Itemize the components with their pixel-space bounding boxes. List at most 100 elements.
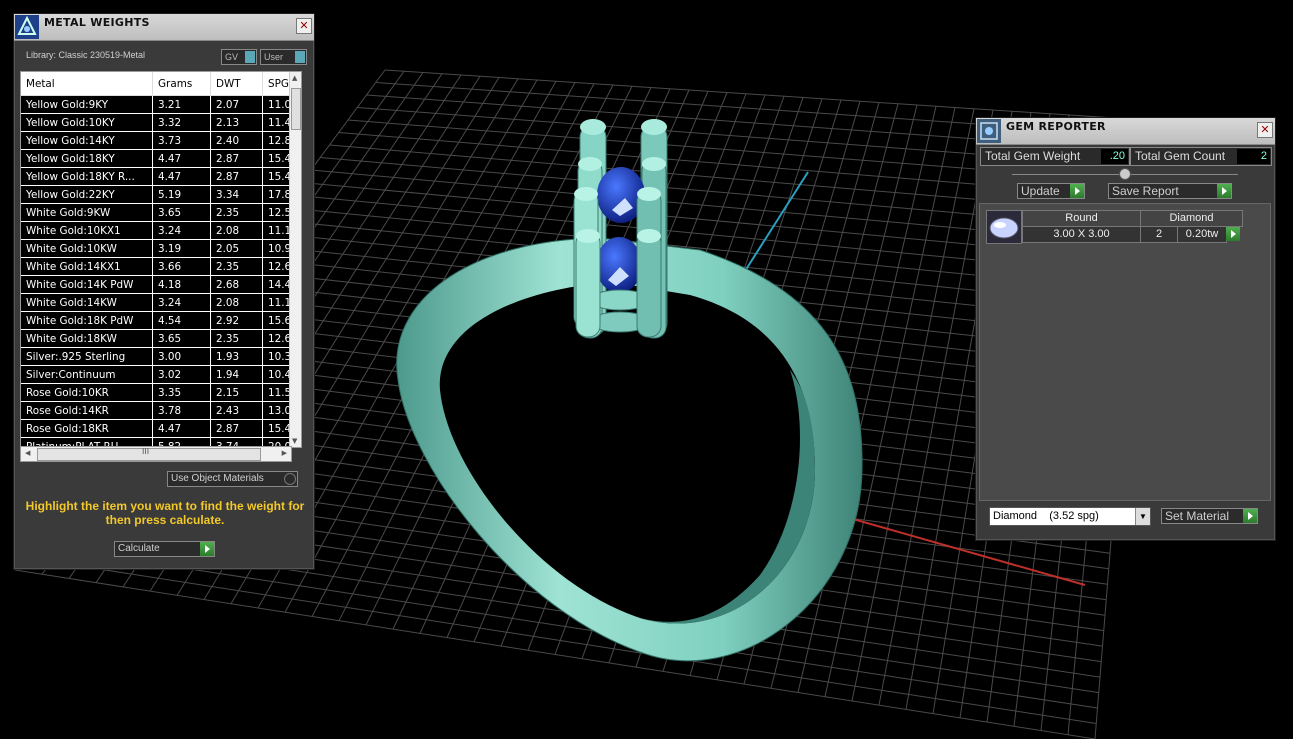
- prong-top: [637, 229, 661, 243]
- play-arrow-icon: [1070, 184, 1084, 198]
- total-gem-count-field: Total Gem Count 2: [1130, 147, 1272, 166]
- play-arrow-icon: [200, 542, 214, 556]
- gem-thumbnail[interactable]: [986, 210, 1022, 244]
- dwt-cell: 2.05: [210, 239, 263, 258]
- scroll-right-icon[interactable]: ▶: [282, 449, 287, 457]
- table-row[interactable]: Yellow Gold:22KY 5.19 3.34 17.89: [21, 185, 300, 204]
- dwt-cell: 2.87: [210, 149, 263, 168]
- metal-cell: Rose Gold:10KR: [21, 383, 153, 402]
- table-row[interactable]: White Gold:10KX1 3.24 2.08 11.18: [21, 221, 300, 240]
- dwt-cell: 2.43: [210, 401, 263, 420]
- table-row[interactable]: White Gold:14KX1 3.66 2.35 12.61: [21, 257, 300, 276]
- prong-top: [637, 187, 661, 201]
- metal-cell: Yellow Gold:18KY: [21, 149, 153, 168]
- column-header-metal[interactable]: Metal: [21, 72, 153, 96]
- use-object-materials-toggle[interactable]: Use Object Materials: [167, 471, 298, 487]
- set-material-button[interactable]: Set Material: [1161, 508, 1258, 524]
- gem-shape-cell: Round: [1022, 210, 1141, 227]
- metal-cell: Rose Gold:14KR: [21, 401, 153, 420]
- round-gem-icon: [989, 217, 1019, 239]
- table-row[interactable]: White Gold:9KW 3.65 2.35 12.59: [21, 203, 300, 222]
- save-report-button[interactable]: Save Report: [1108, 183, 1232, 199]
- total-gem-count-value[interactable]: 2: [1237, 149, 1270, 164]
- metal-table: Metal Grams DWT SPG Yellow Gold:9KY 3.21 2…: [20, 71, 302, 448]
- dwt-cell: 3.34: [210, 185, 263, 204]
- table-header-row: Metal Grams DWT SPG: [21, 72, 300, 96]
- table-row[interactable]: Yellow Gold:10KY 3.32 2.13 11.45: [21, 113, 300, 132]
- table-row[interactable]: Yellow Gold:9KY 3.21 2.07 11.08: [21, 95, 300, 114]
- metal-cell: Rose Gold:18KR: [21, 419, 153, 438]
- scroll-down-icon[interactable]: ▼: [292, 437, 297, 445]
- dwt-cell: 2.08: [210, 293, 263, 312]
- table-row[interactable]: White Gold:18KW 3.65 2.35 12.60: [21, 329, 300, 348]
- vertical-scrollbar[interactable]: ▲ ▼: [289, 72, 301, 447]
- total-gem-weight-label: Total Gem Weight: [985, 149, 1081, 163]
- table-row[interactable]: Rose Gold:18KR 4.47 2.87 15.41: [21, 419, 300, 438]
- save-report-label: Save Report: [1112, 184, 1179, 198]
- panel-title: METAL WEIGHTS: [44, 16, 150, 29]
- metal-cell: White Gold:9KW: [21, 203, 153, 222]
- user-toggle[interactable]: User: [260, 49, 307, 65]
- gem-row-expand-icon[interactable]: [1226, 227, 1240, 241]
- play-arrow-icon: [1217, 184, 1231, 198]
- total-gem-weight-value[interactable]: .20: [1101, 149, 1128, 164]
- dwt-cell: 2.92: [210, 311, 263, 330]
- scroll-left-icon[interactable]: ◀: [25, 449, 30, 457]
- gem-size-cell: 3.00 X 3.00: [1022, 226, 1141, 243]
- slider-handle[interactable]: [1119, 168, 1131, 180]
- table-row[interactable]: White Gold:14KW 3.24 2.08 11.18: [21, 293, 300, 312]
- library-label: Library: Classic 230519-Metal: [26, 50, 146, 60]
- prong-top: [574, 187, 598, 201]
- calculate-button[interactable]: Calculate: [114, 541, 215, 557]
- table-row[interactable]: White Gold:14K PdW 4.18 2.68 14.40: [21, 275, 300, 294]
- prong: [636, 231, 662, 338]
- instruction-text: Highlight the item you want to find the …: [25, 499, 305, 527]
- grams-cell: 4.47: [152, 167, 211, 186]
- metal-cell: Yellow Gold:10KY: [21, 113, 153, 132]
- gem-reporter-titlebar[interactable]: GEM REPORTER ✕: [976, 118, 1275, 145]
- grams-cell: 3.65: [152, 203, 211, 222]
- use-object-materials-label: Use Object Materials: [171, 473, 264, 484]
- total-gem-count-label: Total Gem Count: [1135, 149, 1226, 163]
- chevron-down-icon: ▼: [1135, 508, 1150, 525]
- table-row[interactable]: Yellow Gold:14KY 3.73 2.40 12.88: [21, 131, 300, 150]
- set-material-label: Set Material: [1165, 509, 1230, 523]
- dwt-cell: 2.35: [210, 203, 263, 222]
- dwt-cell: 1.93: [210, 347, 263, 366]
- metal-cell: Silver:.925 Sterling: [21, 347, 153, 366]
- table-row[interactable]: White Gold:10KW 3.19 2.05 10.99: [21, 239, 300, 258]
- grams-cell: 3.32: [152, 113, 211, 132]
- user-label: User: [264, 52, 284, 62]
- table-row[interactable]: Yellow Gold:18KY 4.47 2.87 15.41: [21, 149, 300, 168]
- metal-weights-panel: METAL WEIGHTS ✕ Library: Classic 230519-…: [13, 13, 315, 570]
- grams-cell: 3.65: [152, 329, 211, 348]
- table-row[interactable]: White Gold:18K PdW 4.54 2.92 15.63: [21, 311, 300, 330]
- grams-cell: 3.73: [152, 131, 211, 150]
- material-select[interactable]: Diamond (3.52 spg) ▼: [989, 507, 1151, 526]
- metal-cell: White Gold:18K PdW: [21, 311, 153, 330]
- scroll-up-icon[interactable]: ▲: [292, 74, 297, 82]
- dwt-cell: 2.87: [210, 167, 263, 186]
- close-icon[interactable]: ✕: [1257, 122, 1273, 138]
- update-button[interactable]: Update: [1017, 183, 1085, 199]
- scroll-thumb[interactable]: III: [37, 447, 261, 461]
- table-row[interactable]: Rose Gold:10KR 3.35 2.15 11.54: [21, 383, 300, 402]
- table-row[interactable]: Yellow Gold:18KY R... 4.47 2.87 15.41: [21, 167, 300, 186]
- grams-cell: 5.19: [152, 185, 211, 204]
- column-header-dwt[interactable]: DWT: [210, 72, 263, 96]
- metal-cell: White Gold:18KW: [21, 329, 153, 348]
- horizontal-scrollbar[interactable]: ◀ III ▶: [20, 446, 292, 462]
- dwt-cell: 2.40: [210, 131, 263, 150]
- close-icon[interactable]: ✕: [296, 18, 312, 34]
- metal-weights-titlebar[interactable]: METAL WEIGHTS ✕: [14, 14, 314, 41]
- prong: [575, 231, 601, 338]
- scroll-thumb[interactable]: [291, 88, 301, 130]
- table-row[interactable]: Rose Gold:14KR 3.78 2.43 13.03: [21, 401, 300, 420]
- gv-label: GV: [225, 52, 239, 62]
- table-row[interactable]: Silver:.925 Sterling 3.00 1.93 10.36: [21, 347, 300, 366]
- table-row[interactable]: Silver:Continuum 3.02 1.94 10.40: [21, 365, 300, 384]
- column-header-grams[interactable]: Grams: [152, 72, 211, 96]
- metal-cell: White Gold:14K PdW: [21, 275, 153, 294]
- gv-toggle[interactable]: GV: [221, 49, 257, 65]
- prong-top: [578, 157, 602, 171]
